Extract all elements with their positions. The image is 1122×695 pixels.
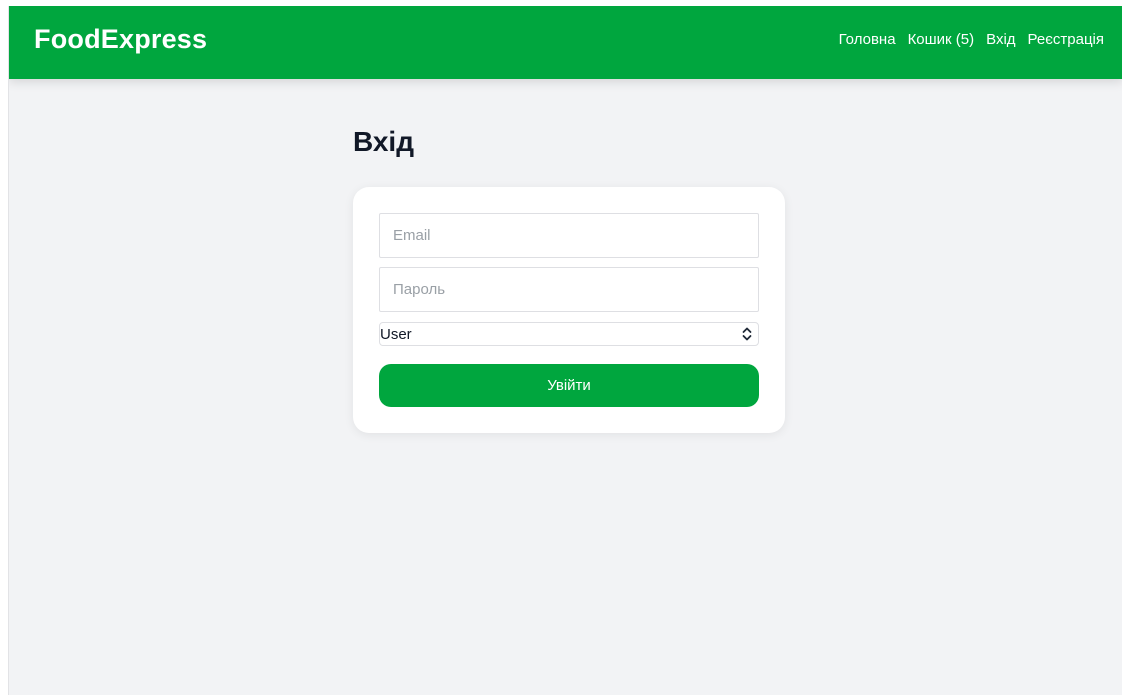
login-form-card: User Увійти	[353, 187, 785, 433]
page-title: Вхід	[353, 126, 414, 157]
nav-link-login[interactable]: Вхід	[986, 31, 1015, 48]
email-input[interactable]	[379, 213, 759, 258]
nav-link-cart[interactable]: Кошик (5)	[908, 31, 975, 48]
app-viewport: FoodExpress Головна Кошик (5) Вхід Реєст…	[8, 6, 1122, 695]
brand-logo[interactable]: FoodExpress	[34, 24, 207, 55]
password-input[interactable]	[379, 267, 759, 312]
role-select-value: User	[380, 326, 412, 343]
top-navbar: FoodExpress Головна Кошик (5) Вхід Реєст…	[9, 6, 1122, 79]
nav-link-home[interactable]: Головна	[839, 31, 896, 48]
chevron-up-down-icon	[742, 327, 752, 341]
nav-links: Головна Кошик (5) Вхід Реєстрація	[839, 31, 1104, 48]
nav-link-register[interactable]: Реєстрація	[1028, 31, 1104, 48]
login-submit-button[interactable]: Увійти	[379, 364, 759, 407]
role-select[interactable]: User	[379, 322, 759, 346]
